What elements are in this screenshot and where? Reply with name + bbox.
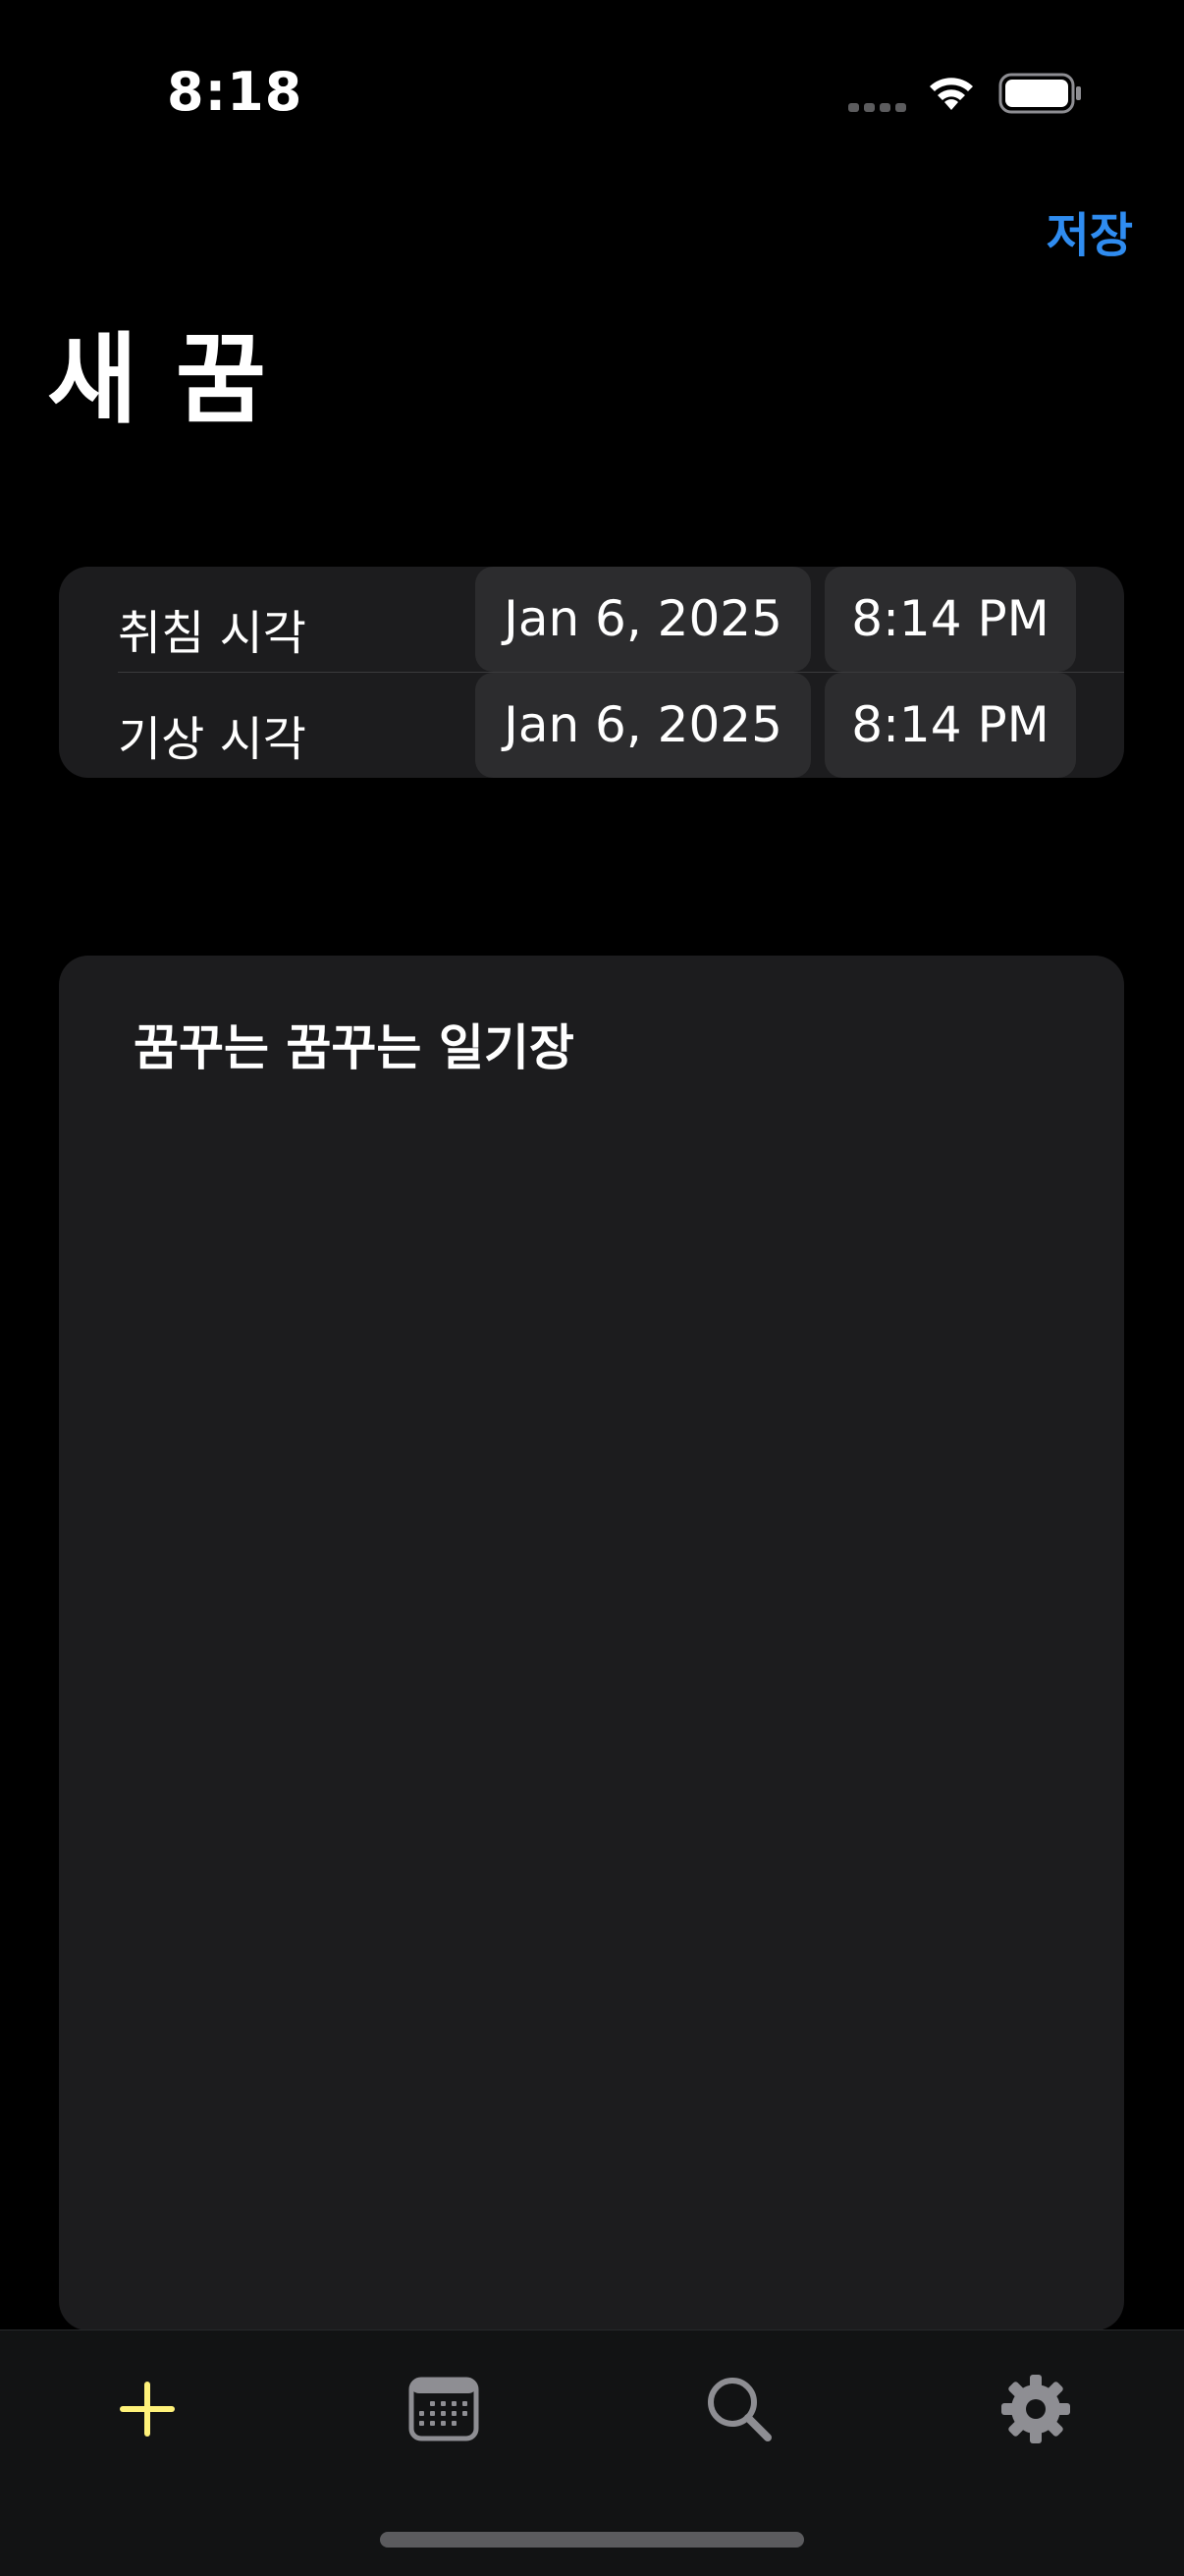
sleep-time-card: 취침 시각 Jan 6, 2025 8:14 PM 기상 시각 Jan 6, 2… <box>59 567 1124 778</box>
tab-calendar[interactable] <box>385 2350 503 2468</box>
status-bar: 8:18 <box>0 0 1184 187</box>
tab-search[interactable] <box>680 2350 798 2468</box>
gear-icon <box>1001 2375 1070 2443</box>
save-button[interactable]: 저장 <box>1047 196 1133 265</box>
bedtime-label: 취침 시각 <box>118 606 306 661</box>
calendar-icon <box>408 2377 479 2441</box>
plus-icon <box>120 2382 175 2437</box>
dream-editor[interactable]: 꿈꾸는 꿈꾸는 일기장 <box>59 956 1124 2330</box>
wake-date-picker[interactable]: Jan 6, 2025 <box>475 673 811 778</box>
cellular-signal-icon <box>848 103 906 112</box>
wake-time-label: 기상 시각 <box>118 712 306 767</box>
search-icon <box>708 2378 772 2441</box>
tab-settings[interactable] <box>977 2350 1095 2468</box>
status-time: 8:18 <box>167 61 303 123</box>
bedtime-time-picker[interactable]: 8:14 PM <box>825 567 1076 672</box>
bedtime-date-picker[interactable]: Jan 6, 2025 <box>475 567 811 672</box>
tab-new-dream[interactable] <box>88 2350 206 2468</box>
wifi-icon <box>930 78 973 110</box>
wake-time-picker[interactable]: 8:14 PM <box>825 673 1076 778</box>
battery-icon <box>998 73 1081 114</box>
dream-title: 꿈꾸는 꿈꾸는 일기장 <box>134 1019 574 1076</box>
home-indicator[interactable] <box>380 2532 804 2548</box>
page-title: 새 꿈 <box>47 322 268 437</box>
bedtime-row: 취침 시각 Jan 6, 2025 8:14 PM <box>59 567 1124 672</box>
wake-time-row: 기상 시각 Jan 6, 2025 8:14 PM <box>59 673 1124 778</box>
